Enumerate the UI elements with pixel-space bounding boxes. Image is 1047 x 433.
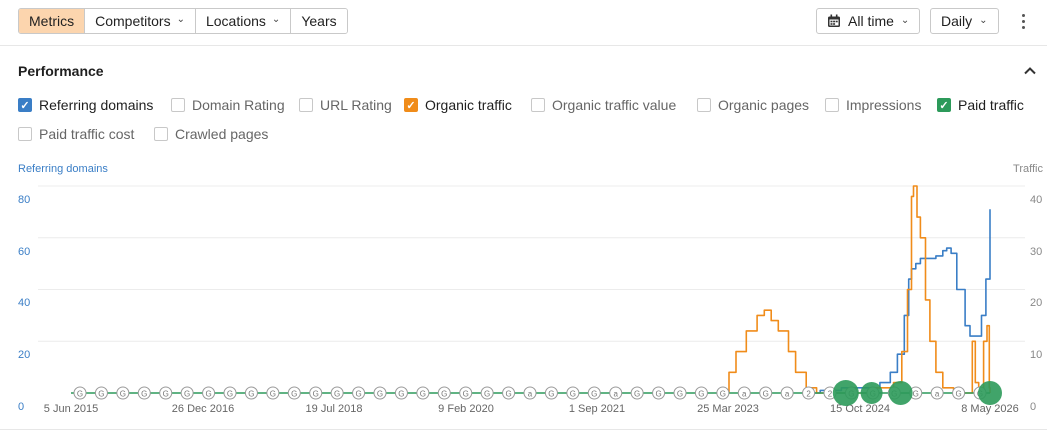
annotation-marker-label: G [634,390,640,399]
annotation-marker-label: G [141,390,147,399]
annotation-marker-label: G [655,390,661,399]
annotation-marker-label: G [955,390,961,399]
annotation-marker-label: G [591,390,597,399]
annotation-marker-label: G [227,390,233,399]
annotation-marker-label: a [742,390,747,399]
annotation-marker-label: G [313,390,319,399]
annotation-marker-label: G [463,390,469,399]
annotation-marker-label: G [398,390,404,399]
annotation-marker-label: G [763,390,769,399]
annotation-marker-label: G [77,390,83,399]
annotation-marker-label: G [677,390,683,399]
annotation-marker-label: G [377,390,383,399]
annotation-marker-label: G [163,390,169,399]
annotation-marker-label: G [184,390,190,399]
performance-chart: GGGGGGGGGGGGGGGGGGGGGaGGGaGGGGGaGa22GGGG… [38,185,1025,406]
annotation-marker-label: G [291,390,297,399]
annotation-marker-label: a [935,390,940,399]
annotation-marker-label: G [698,390,704,399]
paid-traffic-marker [978,381,1002,405]
annotation-marker-label: G [248,390,254,399]
paid-traffic-marker [832,380,859,406]
annotation-marker-label: G [205,390,211,399]
annotation-marker-label: G [120,390,126,399]
annotation-marker-label: 2 [828,390,833,399]
series-line-referring-domains [806,209,991,394]
annotation-marker-label: G [484,390,490,399]
annotation-marker-label: a [528,390,533,399]
divider [0,429,1047,430]
annotation-marker-label: G [505,390,511,399]
annotation-marker-label: G [548,390,554,399]
annotation-marker-label: a [613,390,618,399]
annotation-marker-label: G [720,390,726,399]
annotation-marker-label: a [785,390,790,399]
annotation-marker-label: G [913,390,919,399]
annotation-marker-label: G [441,390,447,399]
annotation-marker-label: 2 [806,390,811,399]
paid-traffic-marker [888,381,913,405]
annotation-marker-label: G [334,390,340,399]
annotation-marker-label: G [570,390,576,399]
annotation-marker-label: G [98,390,104,399]
annotation-marker-label: G [420,390,426,399]
paid-traffic-marker [860,382,883,404]
annotation-marker-label: G [270,390,276,399]
annotation-marker-label: G [355,390,361,399]
